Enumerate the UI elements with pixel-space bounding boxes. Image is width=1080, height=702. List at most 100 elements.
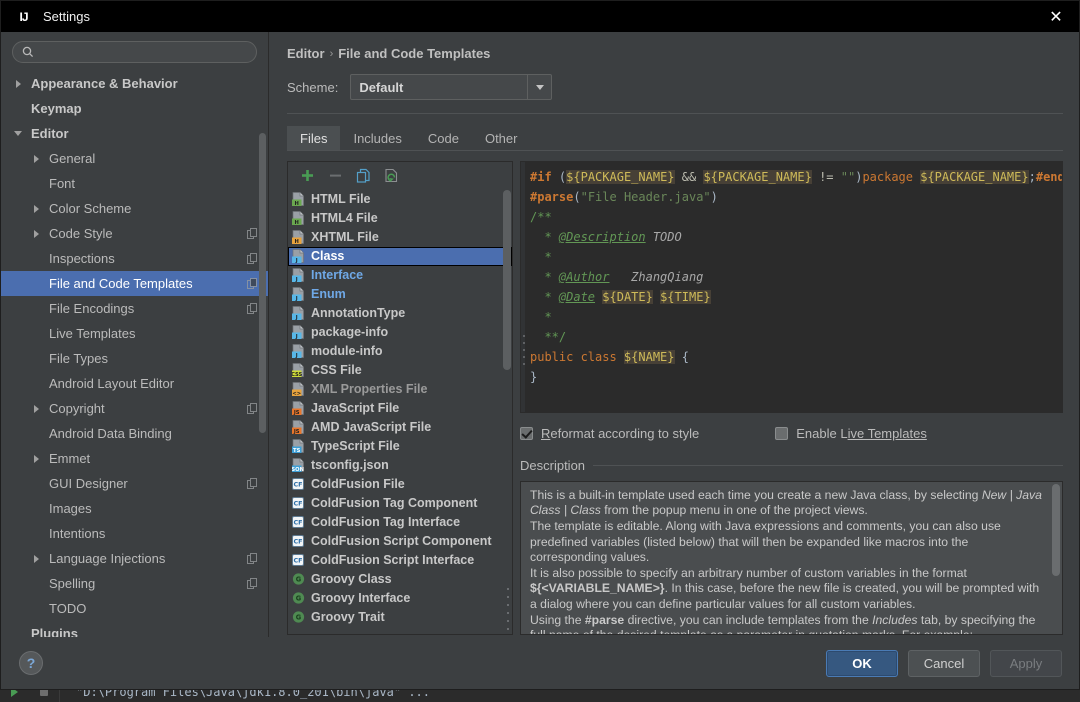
template-list-item[interactable]: H HTML File (288, 190, 512, 209)
template-list-item-label: JavaScript File (311, 401, 400, 416)
sidebar-item-label: Plugins (31, 626, 78, 637)
sidebar-item-font[interactable]: Font (1, 171, 268, 196)
reformat-checkbox-box[interactable] (520, 426, 533, 440)
sidebar-item-color-scheme[interactable]: Color Scheme (1, 196, 268, 221)
breadcrumb-parent[interactable]: Editor (287, 46, 325, 61)
template-list-item[interactable]: TS TypeScript File (288, 437, 512, 456)
sidebar-item-intentions[interactable]: Intentions (1, 521, 268, 546)
template-list-item[interactable]: CF ColdFusion Tag Component (288, 494, 512, 513)
sidebar-item-gui-designer[interactable]: GUI Designer (1, 471, 268, 496)
template-list-item[interactable]: G Groovy Class (288, 570, 512, 589)
sidebar-item-android-layout-editor[interactable]: Android Layout Editor (1, 371, 268, 396)
template-list-item[interactable]: G Groovy Trait (288, 608, 512, 627)
template-list-item[interactable]: CF ColdFusion Script Component (288, 532, 512, 551)
cancel-button[interactable]: Cancel (908, 649, 980, 677)
sidebar-item-editor[interactable]: Editor (1, 121, 268, 146)
template-list-item[interactable]: <> XML Properties File (288, 380, 512, 399)
search-icon (22, 46, 34, 58)
template-list-item[interactable]: JS JavaScript File (288, 399, 512, 418)
coldfusion-icon: CF (292, 497, 304, 510)
editor-resize-grip-icon[interactable] (522, 334, 526, 370)
sidebar-item-general[interactable]: General (1, 146, 268, 171)
template-list-item[interactable]: J AnnotationType (288, 304, 512, 323)
tab-other[interactable]: Other (472, 126, 531, 150)
chevron-right-icon[interactable] (29, 154, 43, 163)
reformat-checkbox[interactable]: Reformat according to style (520, 426, 699, 441)
live-templates-checkbox-box[interactable] (775, 426, 789, 440)
sidebar-item-copyright[interactable]: Copyright (1, 396, 268, 421)
description-scrollbar[interactable] (1052, 483, 1060, 576)
template-list-item-label: Groovy Interface (311, 591, 411, 606)
chevron-right-icon[interactable] (29, 204, 43, 213)
sidebar-scrollbar[interactable] (259, 133, 266, 433)
ok-button[interactable]: OK (826, 649, 898, 677)
template-list-item[interactable]: Jmodule-info (288, 342, 512, 361)
template-list-item[interactable]: J Class (288, 246, 512, 266)
search-input[interactable] (40, 44, 247, 60)
help-icon[interactable]: ? (19, 651, 43, 675)
template-list-item[interactable]: CF ColdFusion Tag Interface (288, 513, 512, 532)
chevron-right-icon[interactable] (11, 79, 25, 88)
sidebar-item-file-and-code-templates[interactable]: File and Code Templates (1, 271, 268, 296)
template-list-item[interactable]: JS AMD JavaScript File (288, 418, 512, 437)
template-code-editor[interactable]: #if (${PACKAGE_NAME} && ${PACKAGE_NAME} … (520, 160, 1063, 413)
sidebar-item-appearance-behavior[interactable]: Appearance & Behavior (1, 71, 268, 96)
reformat-checkbox-label: Reformat according to style (541, 426, 699, 441)
description-header: Description (520, 458, 1063, 473)
sidebar-item-file-types[interactable]: File Types (1, 346, 268, 371)
sidebar-item-emmet[interactable]: Emmet (1, 446, 268, 471)
template-list-item[interactable]: CF ColdFusion Script Interface (288, 551, 512, 570)
coldfusion-icon: CF (292, 515, 305, 529)
chevron-down-icon[interactable] (11, 131, 25, 136)
template-list-item[interactable]: J Interface (288, 266, 512, 285)
tab-code[interactable]: Code (415, 126, 472, 150)
template-list-item[interactable]: H HTML4 File (288, 209, 512, 228)
tab-includes[interactable]: Includes (340, 126, 414, 150)
template-list-item[interactable]: JSON tsconfig.json (288, 456, 512, 475)
template-list[interactable]: H HTML File H HTML4 File H XHTML File J Class J I… (288, 189, 512, 634)
code-line: * @Date ${DATE} ${TIME} (530, 287, 1056, 307)
reset-template-button[interactable] (379, 165, 403, 187)
template-list-item[interactable]: J Enum (288, 285, 512, 304)
close-icon[interactable]: ✕ (1033, 1, 1079, 32)
chevron-right-icon[interactable] (29, 229, 43, 238)
scheme-select[interactable]: Default (350, 74, 553, 100)
sidebar-item-images[interactable]: Images (1, 496, 268, 521)
template-code-text[interactable]: #if (${PACKAGE_NAME} && ${PACKAGE_NAME} … (525, 162, 1062, 412)
sidebar-item-code-style[interactable]: Code Style (1, 221, 268, 246)
sidebar-item-language-injections[interactable]: Language Injections (1, 546, 268, 571)
svg-text:G: G (296, 576, 301, 584)
sidebar-item-todo[interactable]: TODO (1, 596, 268, 621)
chevron-right-icon[interactable] (29, 454, 43, 463)
copy-template-button[interactable] (351, 165, 375, 187)
live-templates-checkbox[interactable]: Enable Live Templates (775, 426, 927, 441)
resize-grip-icon[interactable] (505, 586, 511, 632)
add-template-button[interactable] (295, 165, 319, 187)
description-box[interactable]: This is a built-in template used each ti… (520, 480, 1063, 635)
code-line: **/ (530, 327, 1056, 347)
template-list-item[interactable]: G Groovy Interface (288, 589, 512, 608)
sidebar-item-plugins[interactable]: Plugins (1, 621, 268, 637)
template-list-item[interactable]: CSS CSS File (288, 361, 512, 380)
tab-files[interactable]: Files (287, 125, 341, 150)
code-token: ${PACKAGE_NAME} (920, 169, 1029, 184)
template-list-item[interactable]: CF ColdFusion File (288, 475, 512, 494)
template-list-scrollbar[interactable] (503, 189, 511, 370)
sidebar-item-file-encodings[interactable]: File Encodings (1, 296, 268, 321)
settings-tree[interactable]: Appearance & Behavior Keymap Editor General… (1, 71, 268, 637)
template-list-item[interactable]: H XHTML File (288, 228, 512, 247)
sidebar-item-keymap[interactable]: Keymap (1, 96, 268, 121)
search-field[interactable] (12, 41, 257, 63)
html-file-icon: H (292, 211, 305, 226)
sidebar-item-live-templates[interactable]: Live Templates (1, 321, 268, 346)
chevron-right-icon[interactable] (29, 554, 43, 563)
chevron-right-icon[interactable] (29, 404, 43, 413)
template-list-item[interactable]: Jpackage-info (288, 323, 512, 342)
sidebar-item-inspections[interactable]: Inspections (1, 246, 268, 271)
code-token: @Date (558, 289, 596, 304)
sidebar-item-android-data-binding[interactable]: Android Data Binding (1, 421, 268, 446)
sidebar-item-spelling[interactable]: Spelling (1, 571, 268, 596)
chevron-down-icon[interactable] (527, 75, 551, 99)
svg-text:J: J (295, 296, 298, 301)
sidebar-item-label: Color Scheme (49, 201, 132, 216)
